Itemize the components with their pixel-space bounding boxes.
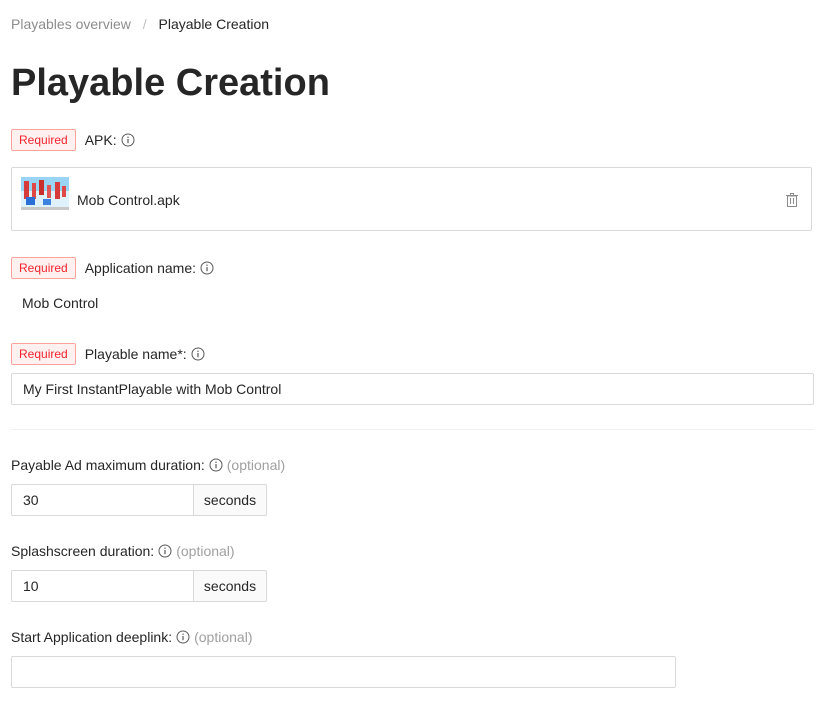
apk-upload-item: Mob Control.apk	[11, 167, 812, 231]
playable-name-input[interactable]	[11, 373, 814, 405]
breadcrumb: Playables overview / Playable Creation	[11, 15, 269, 33]
info-icon[interactable]	[158, 544, 172, 558]
info-icon[interactable]	[191, 347, 205, 361]
breadcrumb-current: Playable Creation	[158, 16, 270, 32]
application-name-label: Application name:	[84, 260, 196, 276]
breadcrumb-separator: /	[142, 16, 147, 32]
optional-hint: (optional)	[194, 629, 253, 645]
splash-duration-label: Splashscreen duration:	[11, 543, 155, 559]
splash-duration-input[interactable]	[11, 570, 194, 602]
apk-thumbnail	[21, 177, 69, 210]
max-duration-input-group: seconds	[11, 484, 267, 516]
deeplink-input[interactable]	[11, 656, 676, 688]
breadcrumb-playables-overview-link[interactable]: Playables overview	[11, 16, 131, 32]
application-name-label-row: Required Application name:	[11, 257, 214, 279]
info-icon[interactable]	[209, 458, 223, 472]
apk-file-name: Mob Control.apk	[77, 192, 180, 208]
deeplink-label: Start Application deeplink:	[11, 629, 173, 645]
apk-label-row: Required APK:	[11, 129, 135, 151]
info-icon[interactable]	[176, 630, 190, 644]
seconds-addon: seconds	[194, 484, 267, 516]
max-duration-input[interactable]	[11, 484, 194, 516]
page-title: Playable Creation	[11, 62, 330, 104]
required-tag: Required	[11, 257, 76, 279]
splash-duration-input-group: seconds	[11, 570, 267, 602]
application-name-value: Mob Control	[22, 295, 99, 311]
deeplink-label-row: Start Application deeplink: (optional)	[11, 626, 252, 648]
playable-name-label-row: Required Playable name*:	[11, 343, 205, 365]
playable-name-label: Playable name*:	[84, 346, 187, 362]
splash-duration-label-row: Splashscreen duration: (optional)	[11, 540, 235, 562]
required-tag: Required	[11, 129, 76, 151]
apk-label: APK:	[84, 132, 117, 148]
max-duration-label: Payable Ad maximum duration:	[11, 457, 205, 473]
optional-hint: (optional)	[176, 543, 235, 559]
seconds-addon: seconds	[194, 570, 267, 602]
section-divider	[11, 429, 814, 430]
info-icon[interactable]	[121, 133, 135, 147]
required-tag: Required	[11, 343, 76, 365]
optional-hint: (optional)	[226, 457, 286, 473]
max-duration-label-row: Payable Ad maximum duration: (optional)	[11, 454, 285, 476]
trash-icon[interactable]	[785, 192, 799, 208]
info-icon[interactable]	[200, 261, 214, 275]
